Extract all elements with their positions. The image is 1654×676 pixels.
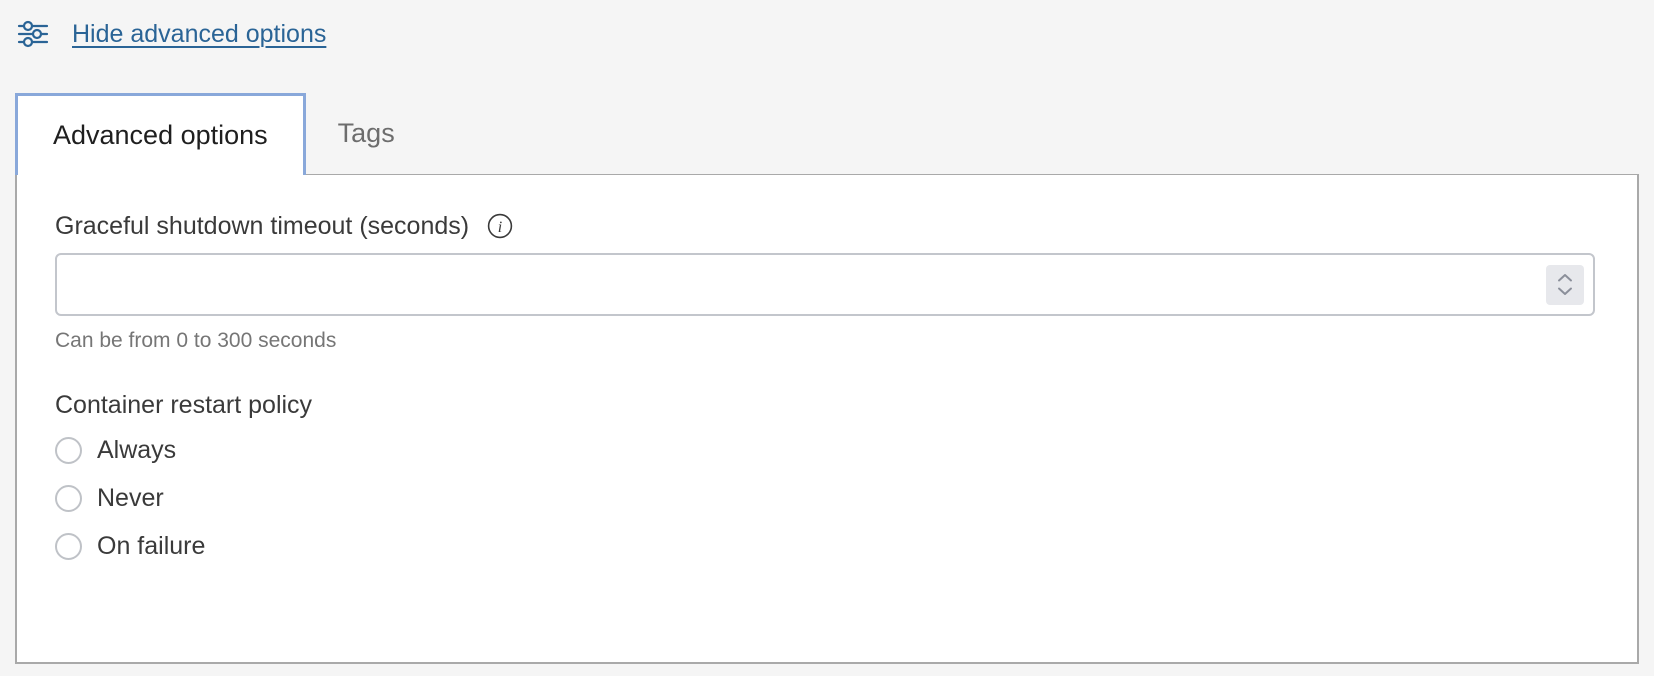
number-stepper[interactable] [1546, 264, 1584, 305]
chevron-down-icon [1558, 287, 1572, 295]
radio-icon-always[interactable] [55, 436, 82, 464]
tab-advanced-options-label: Advanced options [53, 119, 268, 150]
radio-icon-on-failure[interactable] [55, 532, 82, 560]
radio-option-never[interactable]: Never [55, 474, 164, 522]
container-restart-policy-label: Container restart policy [55, 391, 313, 419]
radio-icon-never[interactable] [55, 484, 82, 512]
radio-label-on-failure: On failure [97, 531, 206, 560]
sliders-icon[interactable] [16, 17, 50, 51]
hide-advanced-options-link[interactable]: Hide advanced options [72, 21, 326, 47]
tab-tags[interactable]: Tags [306, 93, 427, 174]
graceful-shutdown-timeout-label-row: Graceful shutdown timeout (seconds) i [55, 213, 1599, 239]
tab-tags-label: Tags [337, 118, 395, 148]
radio-label-never: Never [97, 483, 164, 512]
graceful-shutdown-timeout-input[interactable] [57, 255, 1593, 314]
svg-text:i: i [498, 219, 502, 236]
panel-content: Graceful shutdown timeout (seconds) i Ca… [17, 175, 1637, 570]
radio-option-on-failure[interactable]: On failure [55, 522, 205, 570]
graceful-shutdown-timeout-label: Graceful shutdown timeout (seconds) [55, 211, 470, 240]
graceful-shutdown-timeout-field[interactable] [55, 253, 1595, 316]
info-circle-icon[interactable]: i [487, 213, 513, 239]
advanced-options-toggle-row: Hide advanced options [16, 14, 326, 54]
radio-option-always[interactable]: Always [55, 426, 176, 474]
radio-label-always: Always [97, 435, 177, 464]
tab-bar: Advanced options Tags [15, 93, 1639, 176]
advanced-options-panel: Graceful shutdown timeout (seconds) i Ca… [15, 175, 1639, 664]
graceful-shutdown-timeout-helper-text: Can be from 0 to 300 seconds [55, 329, 337, 352]
chevron-up-icon [1558, 274, 1572, 282]
tab-advanced-options[interactable]: Advanced options [15, 93, 306, 176]
